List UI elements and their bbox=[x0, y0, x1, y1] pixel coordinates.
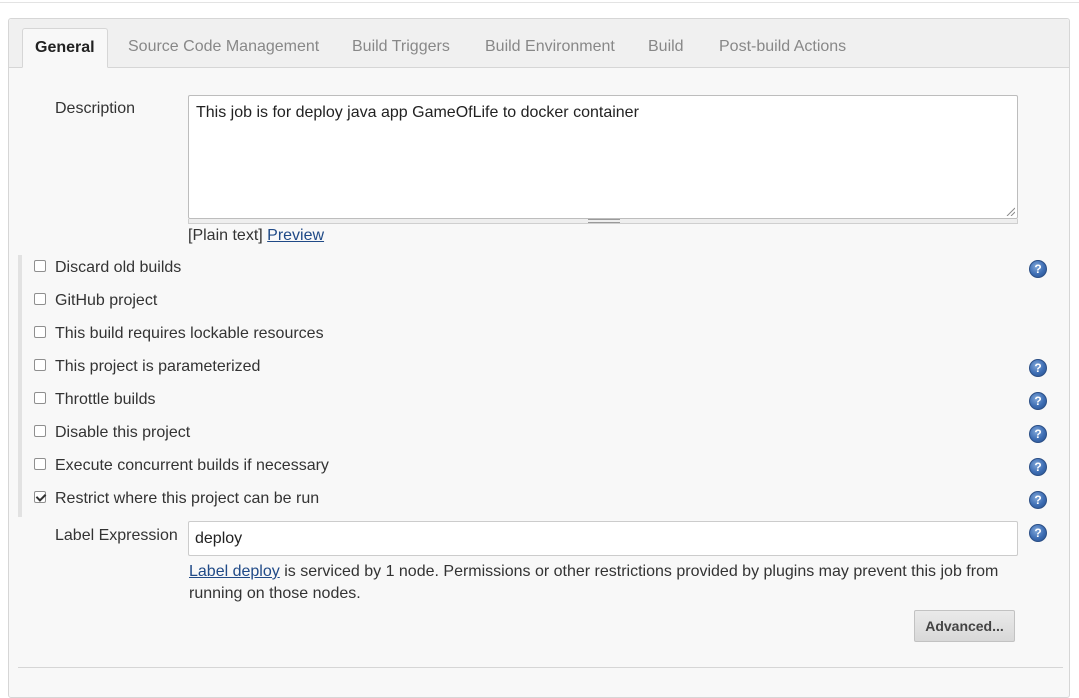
parameterized-label[interactable]: This project is parameterized bbox=[55, 358, 260, 376]
description-textarea[interactable]: This job is for deploy java app GameOfLi… bbox=[188, 95, 1018, 219]
section-indicator bbox=[18, 255, 22, 517]
throttle-builds-checkbox[interactable] bbox=[34, 392, 46, 404]
discard-old-builds-label[interactable]: Discard old builds bbox=[55, 259, 181, 277]
section-divider bbox=[18, 667, 1063, 668]
grip-lines-icon bbox=[588, 219, 620, 223]
description-format-row: [Plain text] Preview bbox=[188, 227, 324, 245]
disable-project-label[interactable]: Disable this project bbox=[55, 424, 190, 442]
top-divider bbox=[0, 0, 1079, 3]
help-icon[interactable]: ? bbox=[1029, 425, 1047, 443]
lockable-resources-checkbox[interactable] bbox=[34, 326, 46, 338]
tab-post-build-actions[interactable]: Post-build Actions bbox=[707, 28, 858, 67]
label-deploy-link[interactable]: Label deploy bbox=[189, 563, 280, 580]
label-expression-label: Label Expression bbox=[55, 527, 178, 544]
label-expression-input[interactable]: deploy bbox=[188, 521, 1018, 556]
advanced-button[interactable]: Advanced... bbox=[914, 610, 1015, 642]
restrict-where-run-label[interactable]: Restrict where this project can be run bbox=[55, 490, 319, 508]
description-value: This job is for deploy java app GameOfLi… bbox=[196, 104, 639, 121]
tab-source-code-management[interactable]: Source Code Management bbox=[116, 28, 331, 67]
format-note: [Plain text] bbox=[188, 227, 263, 244]
github-project-checkbox[interactable] bbox=[34, 293, 46, 305]
help-icon[interactable]: ? bbox=[1029, 260, 1047, 278]
parameterized-checkbox[interactable] bbox=[34, 359, 46, 371]
discard-old-builds-checkbox[interactable] bbox=[34, 260, 46, 272]
help-icon[interactable]: ? bbox=[1029, 359, 1047, 377]
label-info-message: Label deploy is serviced by 1 node. Perm… bbox=[189, 561, 1009, 605]
tab-build[interactable]: Build bbox=[636, 28, 696, 67]
lockable-resources-label[interactable]: This build requires lockable resources bbox=[55, 325, 324, 343]
help-icon[interactable]: ? bbox=[1029, 458, 1047, 476]
description-label: Description bbox=[55, 100, 136, 117]
textarea-resize-grip[interactable] bbox=[188, 219, 1018, 224]
help-icon[interactable]: ? bbox=[1029, 491, 1047, 509]
config-tabbar: General Source Code Management Build Tri… bbox=[9, 19, 1069, 68]
tab-build-environment[interactable]: Build Environment bbox=[473, 28, 627, 67]
resize-handle-icon[interactable] bbox=[1005, 206, 1015, 216]
restrict-where-run-checkbox[interactable] bbox=[34, 491, 46, 503]
github-project-label[interactable]: GitHub project bbox=[55, 292, 157, 310]
help-icon[interactable]: ? bbox=[1029, 392, 1047, 410]
label-info-text: is serviced by 1 node. Permissions or ot… bbox=[189, 563, 999, 602]
job-config-panel: General Source Code Management Build Tri… bbox=[8, 18, 1070, 698]
tab-build-triggers[interactable]: Build Triggers bbox=[340, 28, 462, 67]
concurrent-builds-label[interactable]: Execute concurrent builds if necessary bbox=[55, 457, 329, 475]
preview-link[interactable]: Preview bbox=[267, 227, 324, 244]
throttle-builds-label[interactable]: Throttle builds bbox=[55, 391, 156, 409]
tab-general[interactable]: General bbox=[22, 28, 108, 68]
concurrent-builds-checkbox[interactable] bbox=[34, 458, 46, 470]
disable-project-checkbox[interactable] bbox=[34, 425, 46, 437]
help-icon[interactable]: ? bbox=[1029, 524, 1047, 542]
